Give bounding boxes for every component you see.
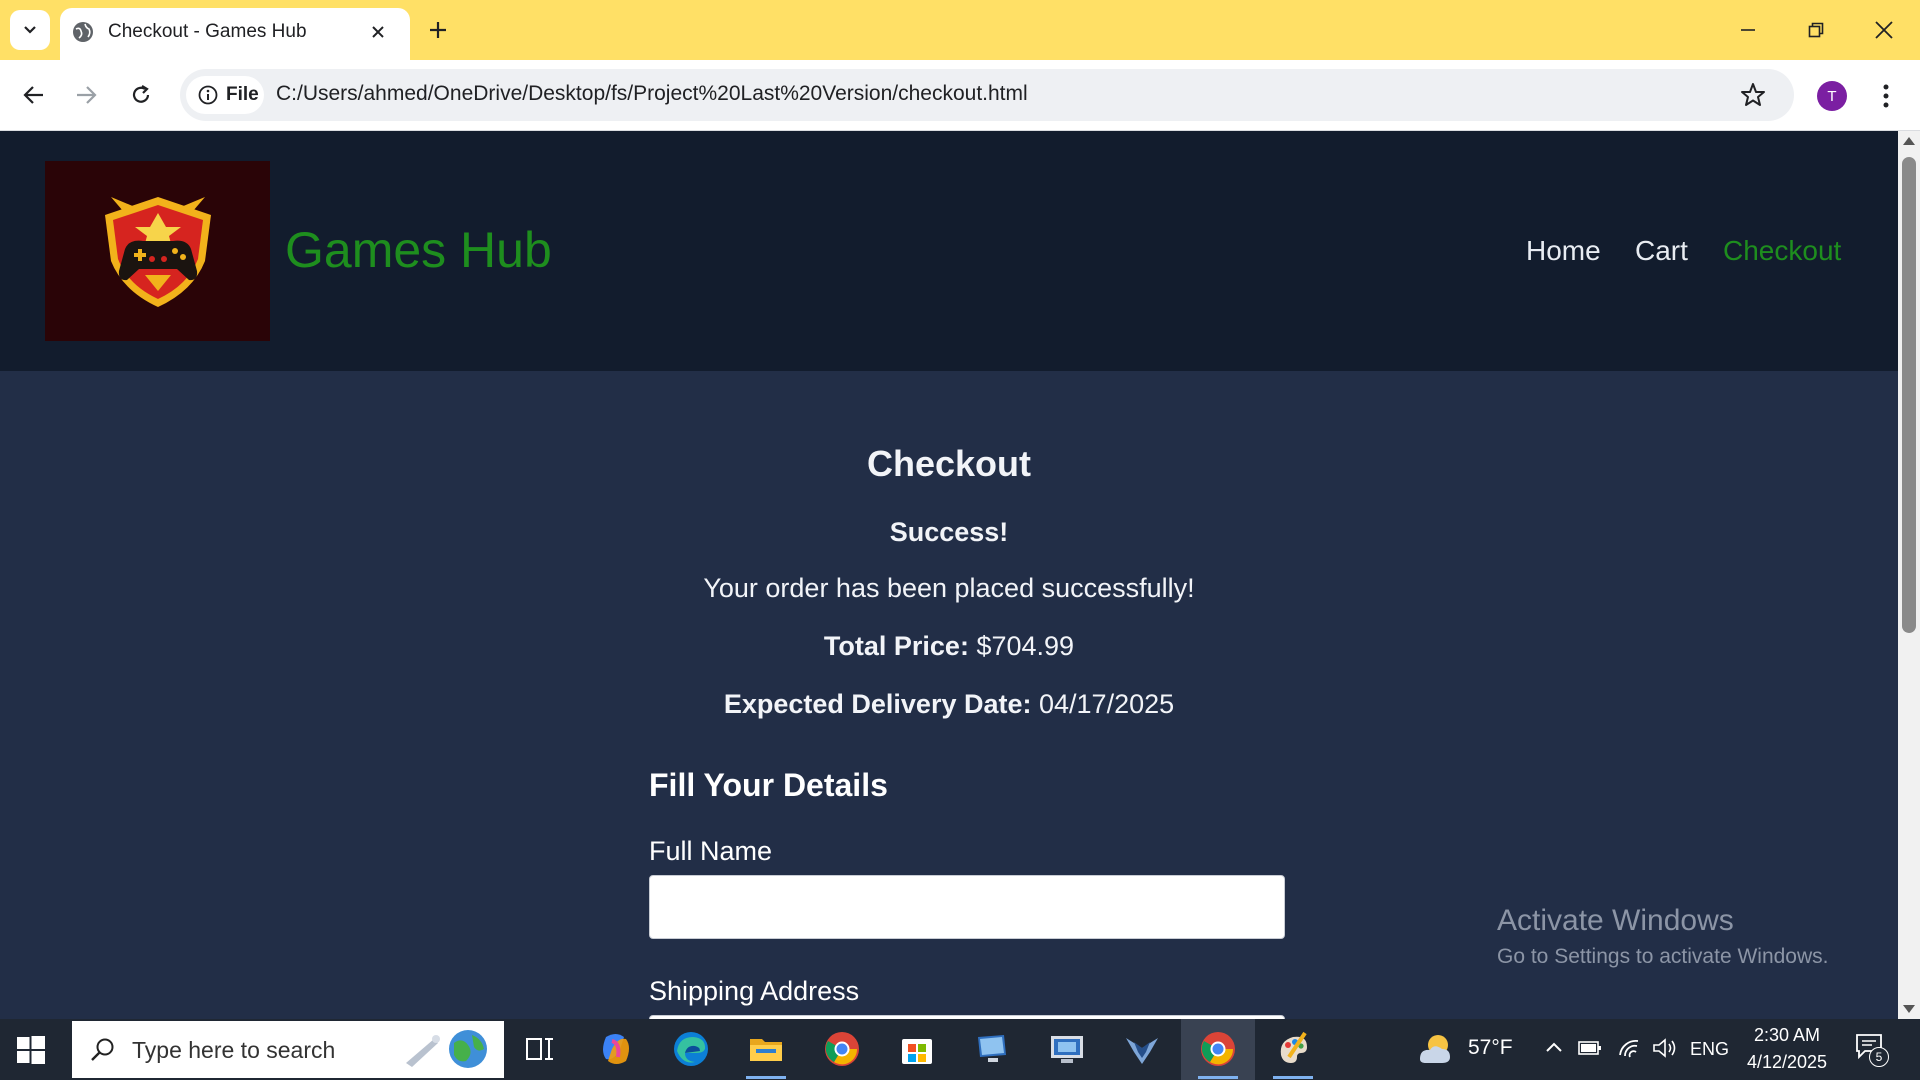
copilot-icon[interactable] (596, 1029, 636, 1069)
remote-desktop-icon[interactable] (1047, 1029, 1087, 1069)
profile-avatar[interactable]: T (1817, 81, 1847, 111)
tab-title: Checkout - Games Hub (108, 21, 307, 42)
weather-icon[interactable] (1416, 1029, 1456, 1069)
site-info-chip[interactable]: File (186, 76, 264, 114)
delivery-date-value: 04/17/2025 (1039, 689, 1175, 719)
weather-temperature[interactable]: 57°F (1468, 1036, 1513, 1060)
delivery-date-label: Expected Delivery Date: (723, 689, 1032, 719)
file-explorer-running-indicator (746, 1076, 786, 1079)
restore-icon (1808, 22, 1824, 38)
minimize-button[interactable] (1728, 10, 1768, 50)
scrollbar-thumb[interactable] (1902, 157, 1916, 633)
full-name-input[interactable] (649, 875, 1285, 939)
nav-checkout-link[interactable]: Checkout (1723, 235, 1841, 267)
site-header: Games Hub Home Cart Checkout (0, 131, 1898, 371)
desktop-app-icon[interactable] (972, 1029, 1012, 1069)
active-tab[interactable]: Checkout - Games Hub (60, 8, 410, 60)
gamepad-shield-logo-icon (104, 197, 211, 307)
url-text[interactable]: C:/Users/ahmed/OneDrive/Desktop/fs/Proje… (276, 82, 1028, 106)
chevron-down-icon (24, 26, 36, 34)
delivery-date-line: Expected Delivery Date: 04/17/2025 (0, 689, 1898, 720)
restore-button[interactable] (1796, 10, 1836, 50)
site-brand-title[interactable]: Games Hub (285, 221, 552, 279)
falcon-app-icon[interactable] (1122, 1029, 1162, 1069)
page-viewport: Games Hub Home Cart Checkout Checkout Su… (0, 131, 1898, 1019)
task-view-icon[interactable] (520, 1029, 560, 1069)
close-tab-button[interactable] (366, 20, 390, 44)
microsoft-store-icon[interactable] (897, 1029, 937, 1069)
reload-button[interactable] (123, 77, 159, 113)
site-info-label: File (226, 84, 259, 105)
scroll-up-arrow-icon[interactable] (1903, 137, 1915, 145)
total-price-line: Total Price: $704.99 (0, 631, 1898, 662)
nav-home-link[interactable]: Home (1526, 235, 1601, 267)
globe-icon (73, 22, 93, 42)
language-indicator[interactable]: ENG (1690, 1039, 1729, 1060)
windows-start-icon[interactable] (16, 1035, 46, 1065)
close-icon (1875, 21, 1893, 39)
activate-windows-title: Activate Windows (1497, 904, 1734, 937)
close-window-button[interactable] (1864, 10, 1904, 50)
shipping-address-label: Shipping Address (649, 976, 860, 1006)
address-bar[interactable]: File C:/Users/ahmed/OneDrive/Desktop/fs/… (180, 69, 1794, 121)
plus-icon (430, 22, 446, 38)
browser-toolbar: File C:/Users/ahmed/OneDrive/Desktop/fs/… (0, 60, 1920, 131)
notification-center-button[interactable]: 5 (1855, 1033, 1889, 1067)
arrow-left-icon (23, 86, 43, 104)
scroll-down-arrow-icon[interactable] (1903, 1005, 1915, 1013)
full-name-label: Full Name (649, 836, 773, 866)
bookmark-star-icon[interactable] (1740, 82, 1766, 108)
back-button[interactable] (16, 77, 52, 113)
browser-tab-bar: Checkout - Games Hub (0, 0, 1920, 60)
order-success-message: Your order has been placed successfully! (703, 573, 1195, 603)
activate-windows-subtitle: Go to Settings to activate Windows. (1497, 945, 1829, 968)
volume-icon[interactable] (1652, 1037, 1678, 1059)
taskbar-search-box[interactable]: Type here to search (72, 1021, 504, 1078)
chrome-active-icon[interactable] (1198, 1029, 1238, 1069)
info-icon (198, 85, 218, 105)
clock-time[interactable]: 2:30 AM (1752, 1025, 1822, 1046)
close-icon (372, 26, 384, 38)
search-icon (91, 1038, 114, 1061)
chrome-icon[interactable] (822, 1029, 862, 1069)
total-price-label: Total Price: (823, 631, 969, 661)
checkout-heading: Checkout (866, 443, 1032, 484)
details-form-title: Fill Your Details (649, 767, 888, 803)
nav-cart-link[interactable]: Cart (1635, 235, 1688, 267)
notification-count-badge: 5 (1869, 1047, 1889, 1067)
paint-app-icon[interactable] (1273, 1029, 1313, 1069)
windows-taskbar: Type here to search 57°F ENG 2:30 AM 4/1… (0, 1019, 1920, 1080)
edge-browser-icon[interactable] (671, 1029, 711, 1069)
file-explorer-icon[interactable] (746, 1029, 786, 1069)
browser-menu-button[interactable] (1872, 78, 1900, 114)
chrome-running-indicator (1198, 1076, 1238, 1079)
arrow-right-icon (77, 86, 97, 104)
paint-running-indicator (1273, 1076, 1313, 1079)
clock-date[interactable]: 4/12/2025 (1745, 1052, 1829, 1073)
search-highlight-globe-icon (406, 1030, 487, 1068)
reload-icon (132, 85, 150, 103)
forward-button[interactable] (68, 77, 104, 113)
taskbar-search-placeholder: Type here to search (132, 1037, 336, 1063)
tab-search-button[interactable] (10, 10, 50, 50)
wifi-icon[interactable] (1618, 1037, 1642, 1059)
battery-icon[interactable] (1578, 1038, 1602, 1058)
total-price-value: $704.99 (976, 631, 1075, 661)
site-logo[interactable] (45, 161, 270, 341)
chevron-up-icon[interactable] (1545, 1041, 1563, 1053)
minimize-icon (1741, 29, 1755, 31)
page-scrollbar[interactable] (1898, 131, 1920, 1019)
success-heading: Success! (889, 517, 1009, 547)
more-vertical-icon (1883, 84, 1889, 108)
new-tab-button[interactable] (424, 16, 452, 44)
